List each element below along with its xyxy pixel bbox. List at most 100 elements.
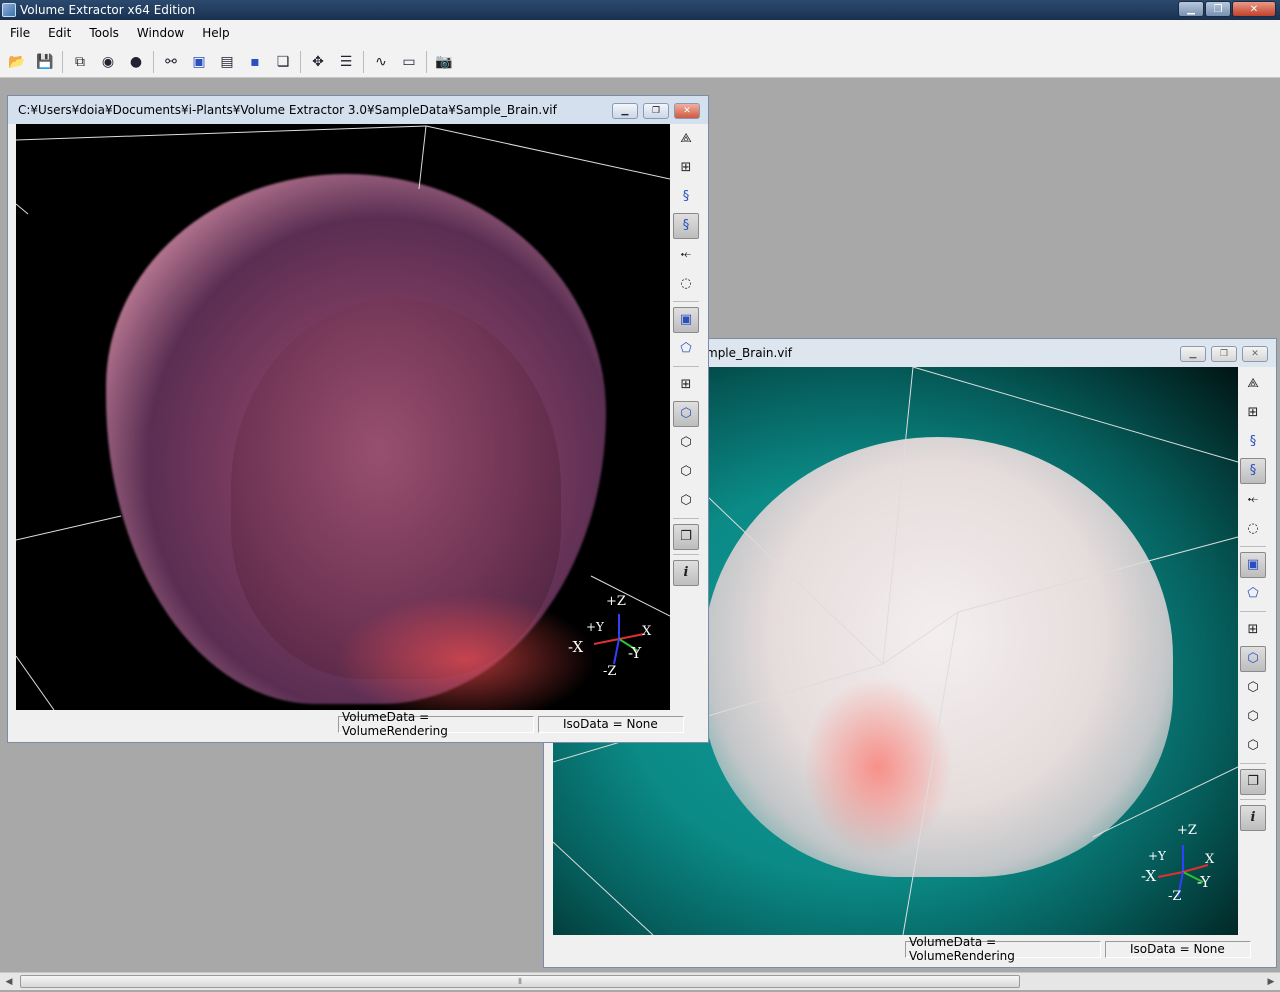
sidebar-separator <box>1240 763 1266 764</box>
copy-icon[interactable]: ❐ <box>673 523 699 550</box>
view-side-icon[interactable]: ⬡ <box>673 459 699 485</box>
volume-render-icon[interactable]: ▣ <box>673 306 699 333</box>
iso-tool-icon[interactable]: ◌ <box>1240 516 1266 542</box>
menu-bar: File Edit Tools Window Help <box>0 20 1280 46</box>
surface-tool-icon[interactable]: § <box>673 184 699 210</box>
cube-small-icon[interactable]: ▪ <box>244 51 266 73</box>
surface-active-icon[interactable]: § <box>673 212 699 239</box>
scrollbar-thumb[interactable]: ⦀ <box>20 975 1020 988</box>
toolbar-separator <box>62 50 63 73</box>
app-title: Volume Extractor x64 Edition <box>20 3 196 17</box>
cube-pb-icon[interactable]: ▤ <box>216 51 238 73</box>
axis-label-ny: -Y <box>628 644 642 662</box>
scroll-right-arrow-icon[interactable]: ▶ <box>1264 975 1278 989</box>
window-1-titlebar[interactable]: C:¥Users¥doia¥Documents¥i-Plants¥Volume … <box>8 96 708 124</box>
axis-label-px: X <box>642 624 652 639</box>
minimize-icon[interactable]: ▁ <box>1180 346 1206 362</box>
view-front-icon[interactable]: ⬡ <box>673 430 699 456</box>
mesh-render-icon[interactable]: ⬠ <box>673 336 699 362</box>
surface-tool-icon[interactable]: § <box>1240 429 1266 455</box>
view-top-icon[interactable]: ⬡ <box>1240 733 1266 759</box>
toolbar-separator <box>153 50 154 73</box>
layers-icon[interactable]: ❏ <box>272 51 294 73</box>
minimize-icon[interactable]: ▁ <box>612 103 638 119</box>
sidebar-separator <box>673 301 699 302</box>
view-side-icon[interactable]: ⬡ <box>1240 704 1266 730</box>
slice-tool-icon[interactable]: ⊞ <box>1240 400 1266 426</box>
frame-icon[interactable]: ⧉ <box>69 51 91 73</box>
toolbar-separator <box>363 50 364 73</box>
probe-tool-icon[interactable]: ⤝ <box>1240 487 1266 513</box>
menu-file[interactable]: File <box>2 26 38 40</box>
window-2-statusbar: VolumeData = VolumeRendering IsoData = N… <box>905 935 1255 963</box>
bounding-box-lines <box>16 125 670 710</box>
sidebar-separator <box>673 518 699 519</box>
quad-view-icon[interactable]: ⊞ <box>673 372 699 398</box>
cube-blue-icon[interactable]: ▣ <box>188 51 210 73</box>
menu-window[interactable]: Window <box>129 26 192 40</box>
copy-icon[interactable]: ❐ <box>1240 768 1266 795</box>
point-tool-icon[interactable]: ⟁ <box>673 126 699 152</box>
slice-tool-icon[interactable]: ⊞ <box>673 155 699 181</box>
info-icon[interactable]: i <box>1240 804 1266 831</box>
probe-tool-icon[interactable]: ⤝ <box>673 242 699 268</box>
render-side-toolbar-1: ⟁ ⊞ § § ⤝ ◌ ▣ ⬠ ⊞ ⬡ ⬡ ⬡ ⬡ ❐ i <box>673 124 699 587</box>
axis-label-nz: -Z <box>603 664 617 679</box>
maximize-icon[interactable]: ❐ <box>643 103 669 119</box>
window-1-controls: ▁ ❐ ✕ <box>612 103 700 119</box>
iso-tool-icon[interactable]: ◌ <box>673 271 699 297</box>
app-window-controls: ▁ ❐ ✕ <box>1178 1 1276 17</box>
sidebar-separator <box>673 554 699 555</box>
sidebar-separator <box>1240 546 1266 547</box>
horizontal-scrollbar[interactable]: ◀ ⦀ ▶ <box>0 972 1280 990</box>
graph-icon[interactable]: ∿ <box>370 51 392 73</box>
axis-label-pz: +Z <box>606 594 626 609</box>
toolbar-separator <box>300 50 301 73</box>
view-perspective-icon[interactable]: ⬡ <box>673 400 699 427</box>
minimize-icon[interactable]: ▁ <box>1178 1 1204 17</box>
surface-active-icon[interactable]: § <box>1240 457 1266 484</box>
app-titlebar: Volume Extractor x64 Edition ▁ ❐ ✕ <box>0 0 1280 20</box>
view-top-icon[interactable]: ⬡ <box>673 488 699 514</box>
ruler-icon[interactable]: ▭ <box>398 51 420 73</box>
sidebar-separator <box>673 366 699 367</box>
status-iso-data: IsoData = None <box>538 715 684 733</box>
axis-label-py: +Y <box>1148 849 1166 863</box>
view-perspective-icon[interactable]: ⬡ <box>1240 645 1266 672</box>
close-icon[interactable]: ✕ <box>1242 346 1268 362</box>
mesh-render-icon[interactable]: ⬠ <box>1240 581 1266 607</box>
view-front-icon[interactable]: ⬡ <box>1240 675 1266 701</box>
close-icon[interactable]: ✕ <box>674 103 700 119</box>
scroll-left-arrow-icon[interactable]: ◀ <box>2 975 16 989</box>
quad-view-icon[interactable]: ⊞ <box>1240 617 1266 643</box>
move-icon[interactable]: ✥ <box>307 51 329 73</box>
menu-tools[interactable]: Tools <box>81 26 127 40</box>
render-viewport-1[interactable]: +Z +Y X -X -Y -Z <box>16 124 670 710</box>
volume-render-icon[interactable]: ▣ <box>1240 551 1266 578</box>
zoom-icon[interactable]: ◉ <box>97 51 119 73</box>
menu-help[interactable]: Help <box>194 26 237 40</box>
link-icon[interactable]: ⚯ <box>160 51 182 73</box>
status-iso-data: IsoData = None <box>1105 940 1251 958</box>
list-icon[interactable]: ☰ <box>335 51 357 73</box>
info-icon[interactable]: i <box>673 559 699 586</box>
volume-window-1[interactable]: C:¥Users¥doia¥Documents¥i-Plants¥Volume … <box>7 95 709 743</box>
camera-icon[interactable]: 📷 <box>433 51 455 73</box>
window-1-statusbar: VolumeData = VolumeRendering IsoData = N… <box>338 710 688 738</box>
maximize-icon[interactable]: ❐ <box>1211 346 1237 362</box>
maximize-icon[interactable]: ❐ <box>1205 1 1231 17</box>
toolbar-separator <box>426 50 427 73</box>
sphere-icon[interactable]: ● <box>125 51 147 73</box>
status-volume-data: VolumeData = VolumeRendering <box>338 710 534 738</box>
axis-label-nz: -Z <box>1168 889 1182 904</box>
close-icon[interactable]: ✕ <box>1232 1 1276 17</box>
open-folder-icon[interactable]: 📂 <box>6 51 28 73</box>
sidebar-separator <box>1240 799 1266 800</box>
save-icon[interactable]: 💾 <box>34 51 56 73</box>
axis-label-ny: -Y <box>1197 873 1211 891</box>
axis-label-nx: -X <box>568 638 584 656</box>
point-tool-icon[interactable]: ⟁ <box>1240 371 1266 397</box>
status-volume-data: VolumeData = VolumeRendering <box>905 935 1101 963</box>
menu-edit[interactable]: Edit <box>40 26 79 40</box>
main-toolbar: 📂 💾 ⧉ ◉ ● ⚯ ▣ ▤ ▪ ❏ ✥ ☰ ∿ ▭ 📷 <box>0 46 1280 78</box>
